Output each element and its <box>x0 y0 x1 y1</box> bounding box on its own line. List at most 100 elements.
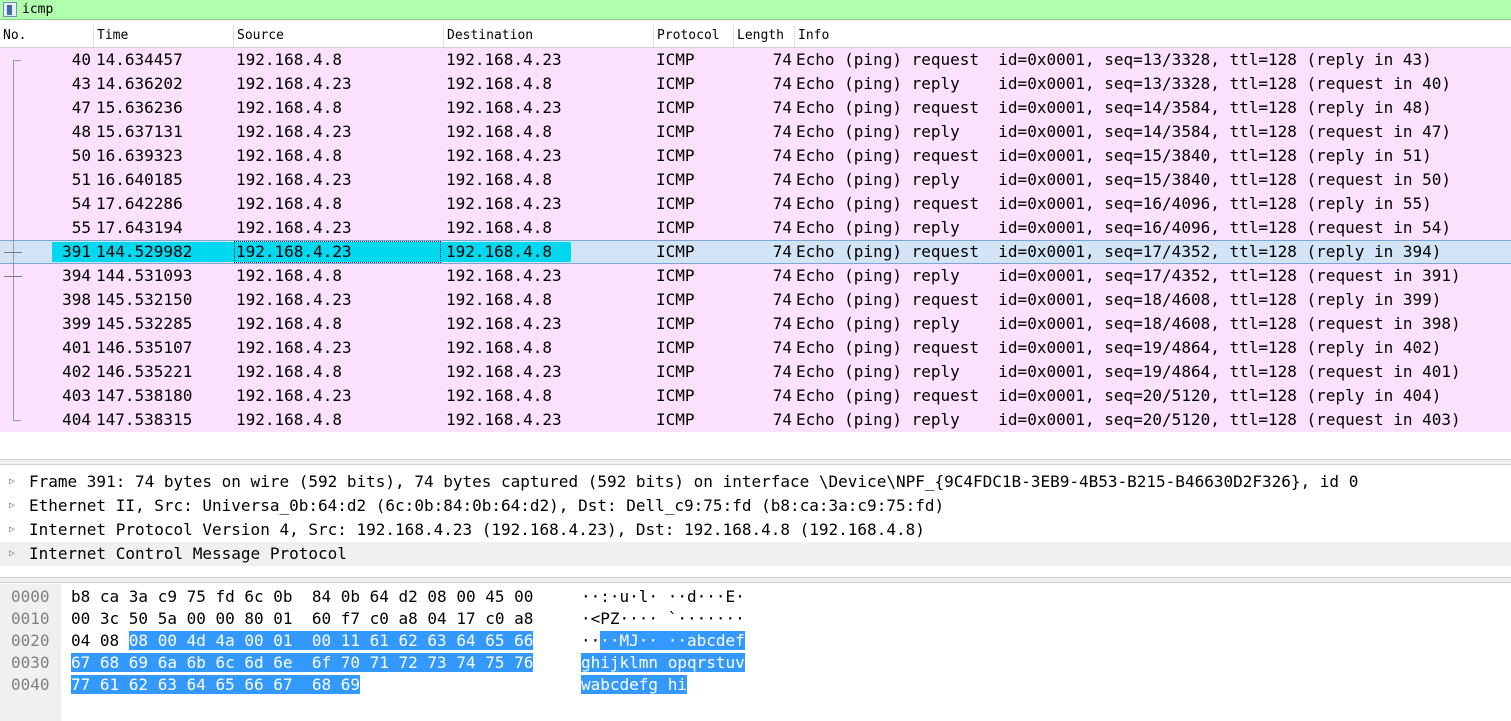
cell-time: 16.640185 <box>96 170 183 189</box>
cell-time: 17.643194 <box>96 218 183 237</box>
packet-row[interactable]: 55 17.643194 192.168.4.23 192.168.4.8 ICMP 74… <box>0 216 1511 240</box>
cell-info: Echo (ping) request id=0x0001, seq=16/40… <box>796 194 1432 213</box>
packet-row[interactable]: 48 15.637131 192.168.4.23 192.168.4.8 ICMP 74… <box>0 120 1511 144</box>
packet-row[interactable]: 51 16.640185 192.168.4.23 192.168.4.8 ICMP 74… <box>0 168 1511 192</box>
cell-proto: ICMP <box>656 98 695 117</box>
expand-arrow-icon[interactable]: ▷ <box>9 494 15 518</box>
bytes-row[interactable]: 0040 77 61 62 63 64 65 66 67 68 69 wabcdef… <box>0 674 1511 696</box>
cell-proto: ICMP <box>656 266 695 285</box>
packet-list[interactable]: 40 14.634457 192.168.4.8 192.168.4.23 ICMP 74… <box>0 48 1511 432</box>
cell-src: 192.168.4.8 <box>236 146 342 165</box>
hex-bytes[interactable]: b8 ca 3a c9 75 fd 6c 0b 84 0b 64 d2 08 0… <box>71 586 533 608</box>
hex-plain: 00 3c 50 5a 00 00 80 01 60 f7 c0 a8 04 1… <box>71 609 534 628</box>
packet-row[interactable]: 47 15.636236 192.168.4.8 192.168.4.23 ICMP 74… <box>0 96 1511 120</box>
column-header-info[interactable]: Info <box>795 25 1511 47</box>
packet-bytes-pane[interactable]: 0000 b8 ca 3a c9 75 fd 6c 0b 84 0b 64 d2 … <box>0 584 1511 721</box>
cell-dst: 192.168.4.23 <box>446 266 562 285</box>
packet-row[interactable]: 43 14.636202 192.168.4.23 192.168.4.8 ICMP 74… <box>0 72 1511 96</box>
cell-time: 147.538180 <box>96 386 193 405</box>
ascii-bytes[interactable]: ····MJ·· ··abcdef <box>581 630 745 652</box>
packet-row[interactable]: 403 147.538180 192.168.4.23 192.168.4.8 ICMP… <box>0 384 1511 408</box>
bookmark-icon[interactable] <box>3 2 17 17</box>
packet-details-pane[interactable]: ▷ Frame 391: 74 bytes on wire (592 bits)… <box>0 470 1511 576</box>
cell-dst: 192.168.4.8 <box>446 122 552 141</box>
cell-info: Echo (ping) reply id=0x0001, seq=18/4608… <box>796 314 1461 333</box>
cell-proto: ICMP <box>656 290 695 309</box>
detail-row-frame[interactable]: ▷ Frame 391: 74 bytes on wire (592 bits)… <box>0 470 1511 494</box>
bytes-row[interactable]: 0000 b8 ca 3a c9 75 fd 6c 0b 84 0b 64 d2 … <box>0 586 1511 608</box>
detail-text: Internet Protocol Version 4, Src: 192.16… <box>29 520 925 539</box>
cell-proto: ICMP <box>656 242 695 261</box>
packet-row[interactable]: 54 17.642286 192.168.4.8 192.168.4.23 ICMP 74… <box>0 192 1511 216</box>
hex-bytes[interactable]: 04 08 08 00 4d 4a 00 01 00 11 61 62 63 6… <box>71 630 534 652</box>
column-header-time[interactable]: Time <box>94 25 234 47</box>
cell-proto: ICMP <box>656 50 695 69</box>
filter-input[interactable]: icmp <box>22 2 53 18</box>
expand-arrow-icon[interactable]: ▷ <box>9 542 15 566</box>
cell-len: 74 <box>772 410 792 429</box>
ascii-highlighted: ··MJ·· ··abcdef <box>600 631 745 650</box>
packet-row[interactable]: 40 14.634457 192.168.4.8 192.168.4.23 ICMP 74… <box>0 48 1511 72</box>
cell-len: 74 <box>772 50 792 69</box>
response-arrow-icon <box>4 252 22 253</box>
column-header-destination[interactable]: Destination <box>444 25 654 47</box>
display-filter-bar[interactable]: icmp <box>0 0 1511 20</box>
detail-row-icmp[interactable]: ▷ Internet Control Message Protocol <box>0 542 1511 566</box>
cell-len: 74 <box>772 386 792 405</box>
ascii-bytes[interactable]: ··:·u·l· ··d···E· <box>581 586 745 608</box>
ascii-bytes[interactable]: ghijklmn opqrstuv <box>581 652 745 674</box>
cell-time: 14.634457 <box>96 50 183 69</box>
packet-row[interactable]: 401 146.535107 192.168.4.23 192.168.4.8 ICMP… <box>0 336 1511 360</box>
hex-bytes[interactable]: 67 68 69 6a 6b 6c 6d 6e 6f 70 71 72 73 7… <box>71 652 534 674</box>
pane-splitter[interactable] <box>0 577 1511 583</box>
related-packets-line <box>13 60 14 420</box>
ascii-bytes[interactable]: wabcdefg hi <box>581 674 687 696</box>
cell-info: Echo (ping) reply id=0x0001, seq=13/3328… <box>796 74 1452 93</box>
cell-len: 74 <box>772 218 792 237</box>
packet-row-selected[interactable]: 391 144.529982 192.168.4.23 192.168.4.8 ICMP… <box>0 240 1511 264</box>
packet-row[interactable]: 404 147.538315 192.168.4.8 192.168.4.23 ICMP… <box>0 408 1511 432</box>
bytes-row[interactable]: 0030 67 68 69 6a 6b 6c 6d 6e 6f 70 71 72 … <box>0 652 1511 674</box>
cell-src: 192.168.4.23 <box>236 338 352 357</box>
cell-info: Echo (ping) reply id=0x0001, seq=16/4096… <box>796 218 1452 237</box>
cell-info: Echo (ping) reply id=0x0001, seq=19/4864… <box>796 362 1461 381</box>
cell-src: 192.168.4.8 <box>236 194 342 213</box>
packet-list-header: No. Time Source Destination Protocol Len… <box>0 25 1511 48</box>
bytes-row[interactable]: 0020 04 08 08 00 4d 4a 00 01 00 11 61 62 … <box>0 630 1511 652</box>
cell-dst: 192.168.4.23 <box>446 410 562 429</box>
expand-arrow-icon[interactable]: ▷ <box>9 518 15 542</box>
cell-info: Echo (ping) reply id=0x0001, seq=17/4352… <box>796 266 1461 285</box>
bytes-row[interactable]: 0010 00 3c 50 5a 00 00 80 01 60 f7 c0 a8 … <box>0 608 1511 630</box>
cell-info: Echo (ping) request id=0x0001, seq=13/33… <box>796 50 1432 69</box>
packet-row[interactable]: 398 145.532150 192.168.4.23 192.168.4.8 ICMP… <box>0 288 1511 312</box>
cell-len: 74 <box>772 290 792 309</box>
packet-row[interactable]: 50 16.639323 192.168.4.8 192.168.4.23 ICMP 74… <box>0 144 1511 168</box>
detail-row-ethernet[interactable]: ▷ Ethernet II, Src: Universa_0b:64:d2 (6… <box>0 494 1511 518</box>
packet-row[interactable]: 394 144.531093 192.168.4.8 192.168.4.23 ICMP… <box>0 264 1511 288</box>
pane-splitter[interactable] <box>0 459 1511 465</box>
column-header-protocol[interactable]: Protocol <box>654 25 734 47</box>
ascii-bytes[interactable]: ·<PZ···· `······· <box>581 608 745 630</box>
cell-info: Echo (ping) reply id=0x0001, seq=15/3840… <box>796 170 1452 189</box>
related-packets-bottom-tick <box>13 420 21 421</box>
detail-row-ip[interactable]: ▷ Internet Protocol Version 4, Src: 192.… <box>0 518 1511 542</box>
column-header-no[interactable]: No. <box>0 25 94 47</box>
hex-bytes[interactable]: 77 61 62 63 64 65 66 67 68 69 <box>71 674 360 696</box>
cell-src: 192.168.4.23 <box>236 290 352 309</box>
cell-len: 74 <box>772 98 792 117</box>
cell-src: 192.168.4.8 <box>236 50 342 69</box>
cell-time: 15.637131 <box>96 122 183 141</box>
cell-proto: ICMP <box>656 314 695 333</box>
expand-arrow-icon[interactable]: ▷ <box>9 470 15 494</box>
cell-src: 192.168.4.8 <box>236 410 342 429</box>
packet-row[interactable]: 402 146.535221 192.168.4.8 192.168.4.23 ICMP… <box>0 360 1511 384</box>
cell-len: 74 <box>772 194 792 213</box>
cell-dst: 192.168.4.8 <box>446 290 552 309</box>
column-header-length[interactable]: Length <box>734 25 795 47</box>
cell-len: 74 <box>772 362 792 381</box>
ascii-plain: ·· <box>581 631 601 650</box>
column-header-source[interactable]: Source <box>234 25 444 47</box>
packet-row[interactable]: 399 145.532285 192.168.4.8 192.168.4.23 ICMP… <box>0 312 1511 336</box>
hex-bytes[interactable]: 00 3c 50 5a 00 00 80 01 60 f7 c0 a8 04 1… <box>71 608 533 630</box>
hex-highlighted: 67 68 69 6a 6b 6c 6d 6e 6f 70 71 72 73 7… <box>71 653 534 672</box>
